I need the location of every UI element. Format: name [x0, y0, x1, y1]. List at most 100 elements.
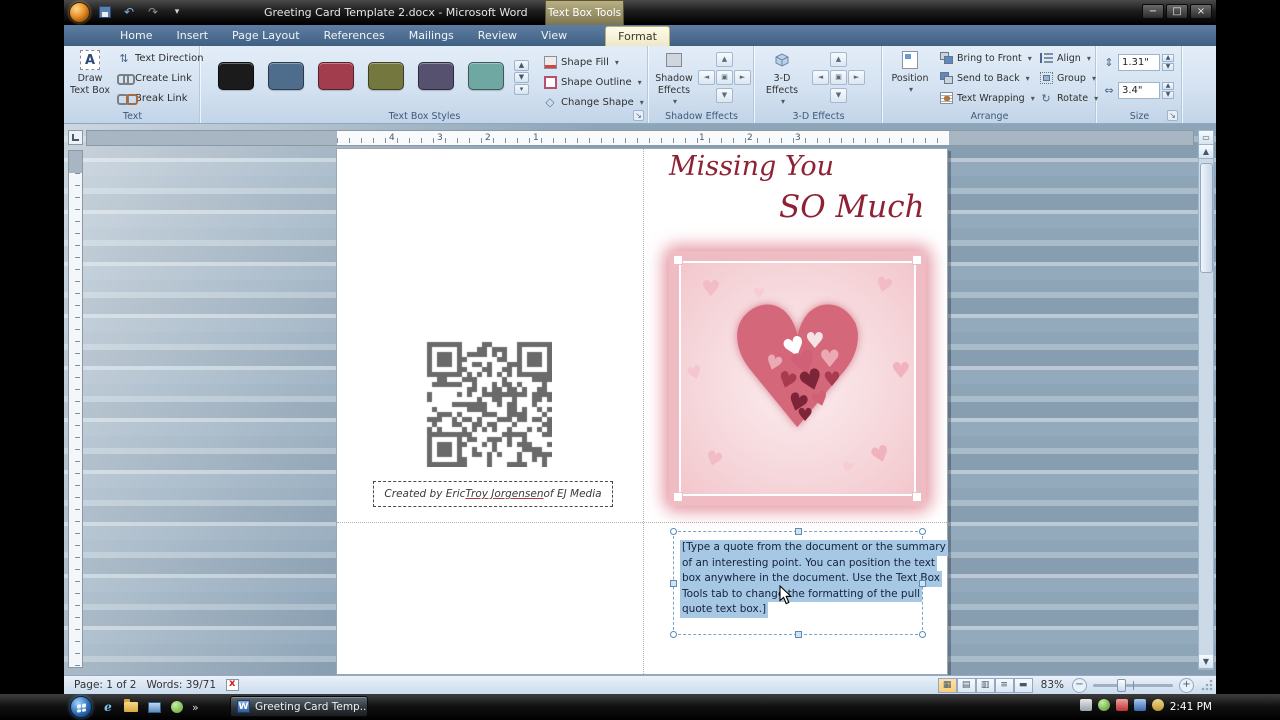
- contextual-tab-header[interactable]: Text Box Tools: [545, 0, 624, 25]
- page[interactable]: Missing You SO Much ♥ ♥♥♥♥♥♥♥♥♥♥♥♥♥♥♥♥♥♥…: [336, 148, 948, 675]
- align-button[interactable]: Align: [1036, 48, 1101, 68]
- draw-text-box-button[interactable]: A Draw Text Box: [70, 46, 110, 96]
- shadow-on-off-button[interactable]: ▣: [716, 70, 733, 85]
- tab-format[interactable]: Format: [605, 26, 670, 46]
- internet-explorer-icon[interactable]: e: [100, 699, 116, 715]
- nudge-shadow-left-button[interactable]: ◄: [698, 70, 715, 85]
- tray-network-icon[interactable]: [1134, 699, 1146, 711]
- shape-width-field[interactable]: 3.4": [1118, 82, 1160, 99]
- text-box-style-swatch[interactable]: [218, 62, 254, 90]
- group-button[interactable]: Group: [1036, 68, 1101, 88]
- view-print-layout-button[interactable]: ▦: [938, 678, 957, 693]
- pull-quote-line[interactable]: quote text box.]: [680, 602, 768, 618]
- tab-insert[interactable]: Insert: [164, 26, 220, 46]
- credit-text-box[interactable]: Created by Eric Troy Jorgensen of EJ Med…: [373, 481, 613, 507]
- taskbar-window-button[interactable]: W Greeting Card Temp...: [230, 696, 368, 717]
- text-direction-button[interactable]: ⇅ Text Direction: [114, 48, 207, 68]
- pull-quote-text[interactable]: [Type a quote from the document or the s…: [680, 540, 948, 618]
- resize-handle-top-center[interactable]: [795, 528, 802, 535]
- style-scroll-up-button[interactable]: ▲: [514, 60, 529, 71]
- pull-quote-text-box[interactable]: [Type a quote from the document or the s…: [673, 531, 923, 635]
- tray-update-icon[interactable]: [1098, 699, 1110, 711]
- pull-quote-line[interactable]: [Type a quote from the document or the s…: [680, 540, 948, 556]
- shape-height-field[interactable]: 1.31": [1118, 54, 1160, 71]
- dialog-launcher-styles-icon[interactable]: ↘: [633, 110, 644, 121]
- resize-handle-top-left[interactable]: [670, 528, 677, 535]
- tilt-up-button[interactable]: ▲: [830, 52, 847, 67]
- dialog-launcher-size-icon[interactable]: ↘: [1167, 110, 1178, 121]
- resize-handle-bottom-center[interactable]: [795, 631, 802, 638]
- save-button[interactable]: [96, 4, 114, 21]
- card-image[interactable]: ♥ ♥♥♥♥♥♥♥♥♥♥♥♥♥♥♥♥♥♥♥: [669, 251, 926, 506]
- zoom-level[interactable]: 83%: [1041, 679, 1064, 691]
- qat-customize-button[interactable]: ▾: [168, 4, 186, 21]
- quick-launch-overflow-icon[interactable]: »: [192, 701, 199, 714]
- card-heading-line1[interactable]: Missing You: [669, 151, 834, 182]
- tab-home[interactable]: Home: [108, 26, 164, 46]
- text-box-style-swatch[interactable]: [468, 62, 504, 90]
- folder-icon[interactable]: [123, 699, 139, 715]
- view-web-layout-button[interactable]: ▥: [976, 678, 995, 693]
- view-outline-button[interactable]: ≡: [995, 678, 1014, 693]
- vertical-scrollbar[interactable]: ▭ ▲ ▼: [1198, 130, 1214, 670]
- zoom-slider[interactable]: [1093, 684, 1173, 687]
- style-gallery-more-button[interactable]: ▾: [514, 84, 529, 95]
- redo-button[interactable]: ↷: [144, 4, 162, 21]
- tilt-down-button[interactable]: ▼: [830, 88, 847, 103]
- tab-review[interactable]: Review: [466, 26, 529, 46]
- nudge-shadow-down-button[interactable]: ▼: [716, 88, 733, 103]
- start-button[interactable]: [70, 696, 92, 718]
- text-box-style-swatch[interactable]: [368, 62, 404, 90]
- view-draft-button[interactable]: ▬: [1014, 678, 1033, 693]
- tab-references[interactable]: References: [312, 26, 397, 46]
- zoom-slider-thumb[interactable]: [1117, 679, 1126, 692]
- tab-view[interactable]: View: [529, 26, 579, 46]
- shape-outline-button[interactable]: Shape Outline: [540, 72, 647, 92]
- pull-quote-line[interactable]: Tools tab to change the formatting of th…: [680, 587, 922, 603]
- scrollbar-thumb[interactable]: [1200, 163, 1213, 273]
- clock[interactable]: 2:41 PM: [1170, 694, 1212, 720]
- resize-handle-top-right[interactable]: [919, 528, 926, 535]
- horizontal-ruler[interactable]: 4321123: [86, 130, 1194, 146]
- proofing-status-icon[interactable]: x: [226, 679, 239, 691]
- nudge-shadow-right-button[interactable]: ►: [734, 70, 751, 85]
- undo-button[interactable]: ↶: [120, 4, 138, 21]
- tray-messenger-icon[interactable]: [1152, 699, 1164, 711]
- rotate-button[interactable]: ↻ Rotate: [1036, 88, 1101, 108]
- text-box-style-swatch[interactable]: [318, 62, 354, 90]
- pull-quote-line[interactable]: box anywhere in the document. Use the Te…: [680, 571, 942, 587]
- close-button[interactable]: ×: [1190, 4, 1212, 19]
- shape-fill-button[interactable]: Shape Fill: [540, 52, 647, 72]
- height-spinner[interactable]: ▲▼: [1162, 54, 1174, 71]
- page-indicator[interactable]: Page: 1 of 2: [74, 679, 136, 691]
- bring-to-front-button[interactable]: Bring to Front: [936, 48, 1038, 68]
- tilt-right-button[interactable]: ►: [848, 70, 865, 85]
- word-count[interactable]: Words: 39/71: [146, 679, 216, 691]
- resize-grip[interactable]: [1200, 678, 1214, 692]
- tray-volume-icon[interactable]: [1080, 699, 1092, 711]
- text-box-style-swatch[interactable]: [268, 62, 304, 90]
- tab-stop-selector[interactable]: [68, 130, 83, 145]
- media-player-icon[interactable]: [169, 699, 185, 715]
- tray-security-icon[interactable]: [1116, 699, 1128, 711]
- window-switcher-icon[interactable]: [146, 699, 162, 715]
- resize-handle-bottom-left[interactable]: [670, 631, 677, 638]
- qr-code[interactable]: [426, 341, 552, 467]
- card-heading-line2[interactable]: SO Much: [779, 189, 925, 225]
- shadow-effects-button[interactable]: Shadow Effects: [654, 46, 694, 106]
- resize-handle-mid-right[interactable]: [919, 580, 926, 587]
- send-to-back-button[interactable]: Send to Back: [936, 68, 1038, 88]
- zoom-out-button[interactable]: −: [1072, 678, 1087, 693]
- office-button[interactable]: [69, 2, 90, 23]
- width-spinner[interactable]: ▲▼: [1162, 82, 1174, 99]
- 3d-on-off-button[interactable]: ▣: [830, 70, 847, 85]
- scroll-down-button[interactable]: ▼: [1199, 655, 1213, 669]
- scroll-up-button[interactable]: ▲: [1199, 145, 1213, 159]
- vertical-ruler[interactable]: [68, 150, 83, 668]
- resize-handle-bottom-right[interactable]: [919, 631, 926, 638]
- 3d-effects-button[interactable]: 3-D Effects: [762, 46, 802, 106]
- minimize-button[interactable]: −: [1142, 4, 1164, 19]
- create-link-button[interactable]: Create Link: [114, 68, 207, 88]
- change-shape-button[interactable]: ◇ Change Shape: [540, 92, 647, 112]
- style-scroll-down-button[interactable]: ▼: [514, 72, 529, 83]
